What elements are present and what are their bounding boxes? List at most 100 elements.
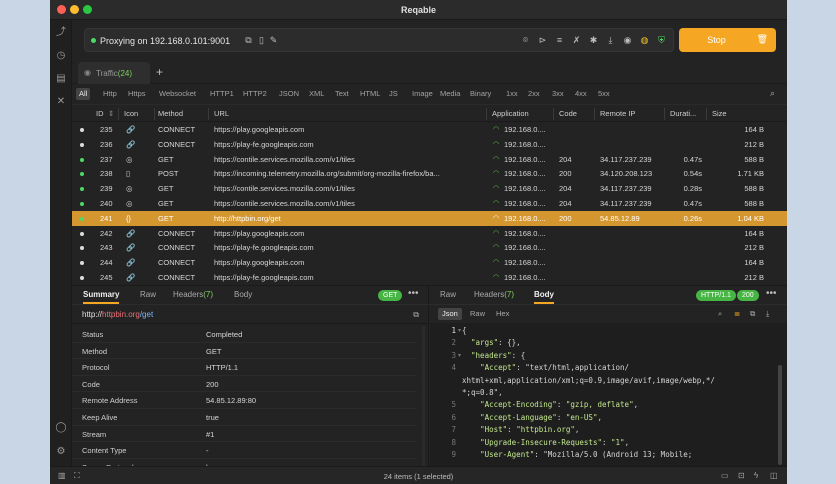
table-row[interactable]: ◠ 243 🔗 CONNECT https://play-fe.googleapis.c…	[72, 240, 787, 255]
more-icon[interactable]: •••	[408, 288, 419, 299]
debug-icon[interactable]: ✱	[588, 35, 599, 46]
no-cache-icon[interactable]: ✗	[571, 35, 582, 46]
filter-5xx[interactable]: 5xx	[595, 88, 613, 100]
table-row[interactable]: ◠ 239 ◎ GET https://contile.services.mozilla…	[72, 181, 787, 196]
mobile-icon[interactable]: ▯	[256, 35, 267, 46]
table-row[interactable]: ◠ 237 ◎ GET https://contile.services.mozilla…	[72, 152, 787, 167]
table-row[interactable]: ◠ 236 🔗 CONNECT https://play-fe.googleapis.c…	[72, 137, 787, 152]
stop-button[interactable]: Stop 🗑	[679, 28, 776, 52]
filter-bar: ⌕ All Http Https Websocket HTTP1 HTTP2 JSON XML…	[72, 84, 787, 104]
filter-websocket[interactable]: Websocket	[156, 88, 199, 100]
row-code: 204	[559, 199, 572, 208]
sort-icon[interactable]: ⇕	[108, 109, 114, 118]
scrollbar[interactable]	[422, 326, 425, 466]
scrollbar[interactable]	[778, 365, 782, 465]
table-row[interactable]: ◠ 245 🔗 CONNECT https://play-fe.googleapis.c…	[72, 270, 787, 285]
subtab-json[interactable]: Json	[438, 308, 462, 320]
filter-http1[interactable]: HTTP1	[207, 88, 237, 100]
wifi-icon: ◠	[493, 214, 500, 222]
table-row[interactable]: ◠ 238 ▯ POST https://incoming.telemetry.mozi…	[72, 166, 787, 181]
filter-https[interactable]: Https	[125, 88, 149, 100]
col-url[interactable]: URL	[214, 109, 229, 118]
table-row[interactable]: ◠ 240 ◎ GET https://contile.services.mozilla…	[72, 196, 787, 211]
throttle-icon[interactable]: ◉	[622, 35, 633, 46]
col-size[interactable]: Size	[712, 109, 727, 118]
subtab-hex[interactable]: Hex	[492, 308, 513, 320]
col-duration[interactable]: Durati...	[670, 109, 696, 118]
tab-headers[interactable]: Headers(7)	[474, 290, 514, 299]
row-method: POST	[158, 169, 179, 179]
copy-icon[interactable]: ⧉	[746, 308, 759, 320]
shield-icon[interactable]: ⛨	[656, 35, 667, 46]
filter-xml[interactable]: XML	[306, 88, 327, 100]
request-url[interactable]: http://httpbin.org/get	[82, 310, 153, 319]
filter-3xx[interactable]: 3xx	[549, 88, 567, 100]
download-icon[interactable]: ⤓	[762, 308, 773, 320]
edit-icon[interactable]: ✎	[268, 35, 279, 46]
filter-media[interactable]: Media	[437, 88, 463, 100]
col-remote-ip[interactable]: Remote IP	[600, 109, 635, 118]
add-tab-button[interactable]: +	[156, 65, 163, 79]
table-row[interactable]: ◠ 241 {} GET http://httpbin.org/get 192.168.0…	[72, 210, 787, 226]
json-viewer[interactable]: 1 ▾{2 "args": {}, 3 ▾ "headers": {4 "Accept…	[430, 323, 787, 467]
filter-text[interactable]: Text	[332, 88, 352, 100]
tab-summary[interactable]: Summary	[83, 290, 120, 304]
settings-icon[interactable]: ⚙	[55, 446, 67, 458]
more-icon[interactable]: •••	[766, 288, 777, 299]
tab-body[interactable]: Body	[534, 290, 554, 304]
tab-raw[interactable]: Raw	[140, 290, 156, 299]
globe-icon[interactable]: ◍	[639, 35, 650, 46]
tools-icon[interactable]: ✕	[55, 96, 67, 108]
filter-js[interactable]: JS	[386, 88, 401, 100]
copy-url-icon[interactable]: ⧉	[413, 310, 419, 320]
col-method[interactable]: Method	[158, 109, 183, 118]
filter-html[interactable]: HTML	[357, 88, 383, 100]
download-icon[interactable]: ⤓	[605, 35, 616, 46]
row-url: https://contile.services.mozilla.com/v1/…	[214, 199, 355, 208]
col-icon[interactable]: Icon	[124, 109, 138, 118]
table-row[interactable]: ◠ 235 🔗 CONNECT https://play.googleapis.com 1…	[72, 122, 787, 137]
col-code[interactable]: Code	[559, 109, 577, 118]
filter-image[interactable]: Image	[409, 88, 436, 100]
terminal-icon[interactable]: ▭	[721, 471, 729, 480]
col-id[interactable]: ID	[96, 109, 104, 118]
row-id: 240	[100, 199, 113, 208]
wrap-icon[interactable]: ≣	[730, 308, 744, 320]
lock-icon[interactable]: ⊡	[738, 471, 745, 480]
tab-traffic[interactable]: ◉ Traffic(24)	[78, 62, 150, 84]
trash-icon[interactable]: 🗑	[757, 34, 768, 45]
bolt-icon[interactable]: ϟ	[754, 471, 758, 480]
table-row[interactable]: ◠ 242 🔗 CONNECT https://play.googleapis.com 1…	[72, 226, 787, 241]
tab-raw[interactable]: Raw	[440, 290, 456, 299]
filter-4xx[interactable]: 4xx	[572, 88, 590, 100]
rewrite-icon[interactable]: ≡	[554, 35, 565, 46]
summary-value: true	[206, 413, 219, 422]
filter-json[interactable]: JSON	[276, 88, 302, 100]
row-application: 192.168.0....	[504, 213, 546, 223]
row-size: 588 B	[744, 199, 764, 208]
filter-2xx[interactable]: 2xx	[525, 88, 543, 100]
summary-row: Method GET	[72, 343, 417, 360]
filter-http2[interactable]: HTTP2	[240, 88, 270, 100]
filter-all[interactable]: All	[76, 88, 91, 100]
fold-icon[interactable]: ▾	[458, 352, 461, 359]
breakpoint-icon[interactable]: ⊳	[537, 35, 548, 46]
copy-icon[interactable]: ⧉	[243, 35, 254, 46]
table-row[interactable]: ◠ 244 🔗 CONNECT https://play.googleapis.com 1…	[72, 255, 787, 270]
filter-binary[interactable]: Binary	[467, 88, 494, 100]
col-application[interactable]: Application	[492, 109, 529, 118]
history-icon[interactable]: ◷	[55, 50, 67, 62]
certificate-icon[interactable]: ⌾	[520, 35, 531, 46]
filter-http[interactable]: Http	[100, 88, 120, 100]
capture-icon[interactable]: ⤴	[55, 27, 67, 39]
search-icon[interactable]: ⌕	[770, 88, 775, 99]
tab-headers[interactable]: Headers(7)	[173, 290, 213, 299]
fold-icon[interactable]: ▾	[458, 327, 461, 334]
split-view-icon[interactable]: ◫	[770, 471, 778, 480]
collections-icon[interactable]: ▤	[55, 73, 67, 85]
subtab-raw[interactable]: Raw	[466, 308, 489, 320]
search-icon[interactable]: ⌕	[714, 308, 726, 320]
account-icon[interactable]: ◯	[55, 422, 67, 434]
filter-1xx[interactable]: 1xx	[503, 88, 521, 100]
tab-body[interactable]: Body	[234, 290, 252, 299]
